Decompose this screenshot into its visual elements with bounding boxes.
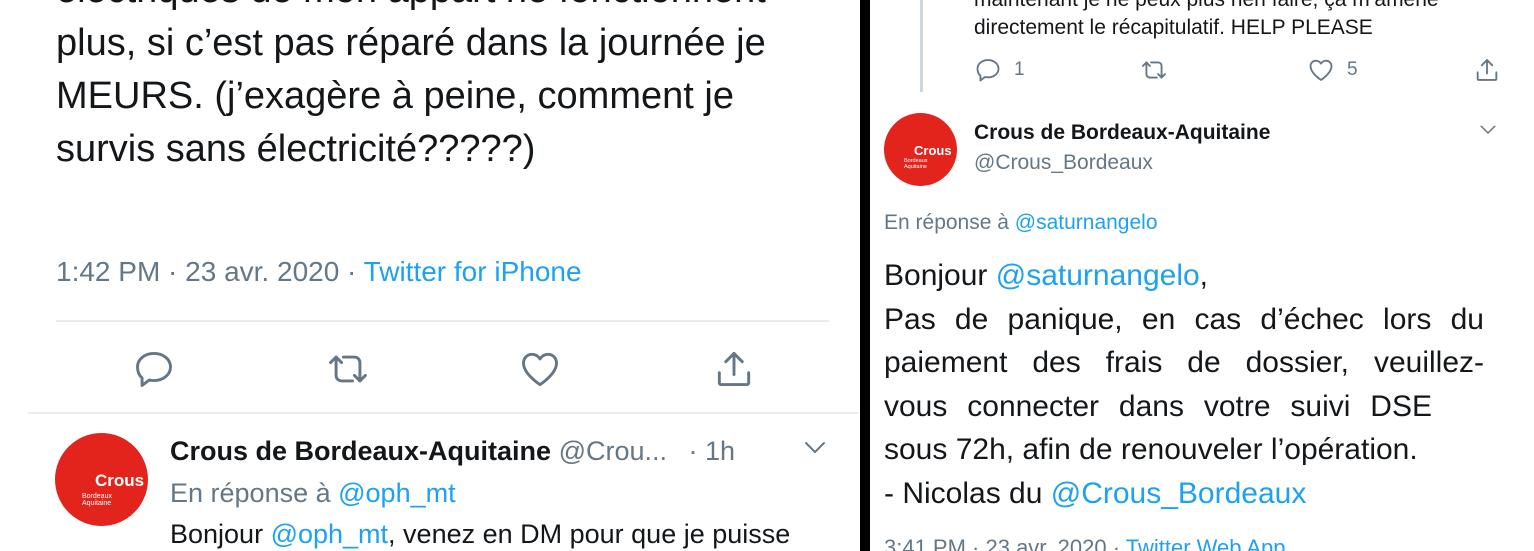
- tweet-source-link[interactable]: Twitter for iPhone: [364, 256, 582, 287]
- reply-text: Bonjour @oph_mt, venez en DM pour que je…: [170, 519, 791, 549]
- mention-link[interactable]: @oph_mt: [271, 519, 388, 549]
- avatar-logo-text: Crous: [914, 143, 952, 158]
- like-button[interactable]: [518, 347, 562, 391]
- tweet-line: directement le récapitulatif. HELP PLEAS…: [974, 16, 1373, 39]
- previous-tweet-text: maintenant je ne peux plus rien faire, ç…: [974, 0, 1524, 42]
- tweet-line: sous 72h, afin de renouveler l’opération…: [884, 433, 1418, 466]
- reply-to-line: En réponse à @oph_mt: [170, 478, 456, 508]
- reply-button[interactable]: [132, 347, 176, 391]
- reply-to-mention[interactable]: @saturnangelo: [1015, 211, 1158, 234]
- reply-to-mention[interactable]: @oph_mt: [338, 478, 455, 508]
- screenshot-divider: [860, 0, 870, 551]
- tweet-line: paiement des frais de dossier, veuillez-: [884, 346, 1484, 379]
- like-button[interactable]: 5: [1307, 56, 1358, 84]
- mention-link[interactable]: @saturnangelo: [996, 259, 1200, 292]
- share-icon: [717, 351, 751, 387]
- tweet-line: MEURS. (j’exagère à peine, comment je: [56, 75, 734, 117]
- divider-line: [28, 412, 858, 414]
- divider-line: [56, 320, 829, 322]
- tweet-timestamp[interactable]: 1:42 PM · 23 avr. 2020 ·: [56, 256, 364, 287]
- reply-icon: [976, 59, 1000, 82]
- reply-button[interactable]: 1: [974, 56, 1025, 84]
- avatar-logo-subtext: Bordeaux Aquitaine: [82, 493, 112, 508]
- tweet-line: Pas de panique, en cas d’échec lors du: [884, 302, 1484, 336]
- tweet-age: · 1h: [688, 436, 736, 466]
- chevron-down-icon: [805, 442, 825, 453]
- main-tweet-text: électriques de mon appart ne fonctionnen…: [56, 0, 846, 176]
- reply-to-line: En réponse à @saturnangelo: [884, 211, 1158, 234]
- avatar-logo-subtext: Bordeaux Aquitaine: [904, 158, 928, 170]
- author-name[interactable]: Crous de Bordeaux-Aquitaine: [170, 436, 551, 466]
- retweet-icon: [1141, 61, 1167, 79]
- tweet-meta: 3:41 PM · 23 avr. 2020 · Twitter Web App: [884, 535, 1286, 551]
- author-name[interactable]: Crous de Bordeaux-Aquitaine: [974, 121, 1270, 145]
- mention-link[interactable]: @Crous_Bordeaux: [1051, 477, 1307, 510]
- share-button[interactable]: [712, 347, 756, 391]
- like-count: 5: [1347, 59, 1358, 80]
- share-icon: [1476, 59, 1498, 81]
- reply-tweet-text: Bonjour @saturnangelo, Pas de panique, e…: [884, 254, 1484, 515]
- tweet-line: plus, si c’est pas réparé dans la journé…: [56, 22, 766, 64]
- tweet-meta: 1:42 PM · 23 avr. 2020 · Twitter for iPh…: [56, 256, 582, 288]
- tweet-line: Bonjour @saturnangelo,: [884, 259, 1209, 292]
- tweet-options-button[interactable]: [1479, 124, 1497, 136]
- left-screenshot: électriques de mon appart ne fonctionnen…: [0, 0, 860, 551]
- retweet-button[interactable]: [1140, 56, 1168, 84]
- reply-author-line: Crous de Bordeaux-Aquitaine @Crou... · 1…: [170, 436, 735, 467]
- tweet-source-link[interactable]: Twitter Web App: [1126, 535, 1286, 551]
- retweet-icon: [329, 355, 367, 383]
- tweet-line: survis sans électricité?????): [56, 128, 536, 170]
- share-button[interactable]: [1473, 56, 1501, 84]
- tweet-line: électriques de mon appart ne fonctionnen…: [56, 0, 846, 17]
- heart-icon: [522, 352, 558, 387]
- chevron-down-icon: [1480, 125, 1496, 134]
- reply-count: 1: [1014, 59, 1025, 80]
- thread-line: [920, 0, 923, 92]
- tweet-line: vous connecter dans votre suivi DSE: [884, 389, 1432, 423]
- avatar-logo-text: Crous: [95, 471, 145, 490]
- tweet-timestamp[interactable]: 3:41 PM · 23 avr. 2020 ·: [884, 535, 1126, 551]
- heart-icon: [1309, 59, 1333, 81]
- author-handle[interactable]: @Crou...: [559, 436, 667, 466]
- tweet-line: maintenant je ne peux plus rien faire, ç…: [974, 0, 1524, 14]
- avatar[interactable]: Crous Bordeaux Aquitaine: [55, 433, 148, 526]
- retweet-button[interactable]: [326, 347, 370, 391]
- tweet-line: - Nicolas du @Crous_Bordeaux: [884, 476, 1307, 510]
- tweet-options-button[interactable]: [803, 440, 827, 456]
- avatar[interactable]: Crous Bordeaux Aquitaine: [884, 113, 957, 186]
- reply-icon: [136, 351, 172, 387]
- author-handle[interactable]: @Crous_Bordeaux: [974, 151, 1153, 175]
- right-screenshot: maintenant je ne peux plus rien faire, ç…: [870, 0, 1534, 551]
